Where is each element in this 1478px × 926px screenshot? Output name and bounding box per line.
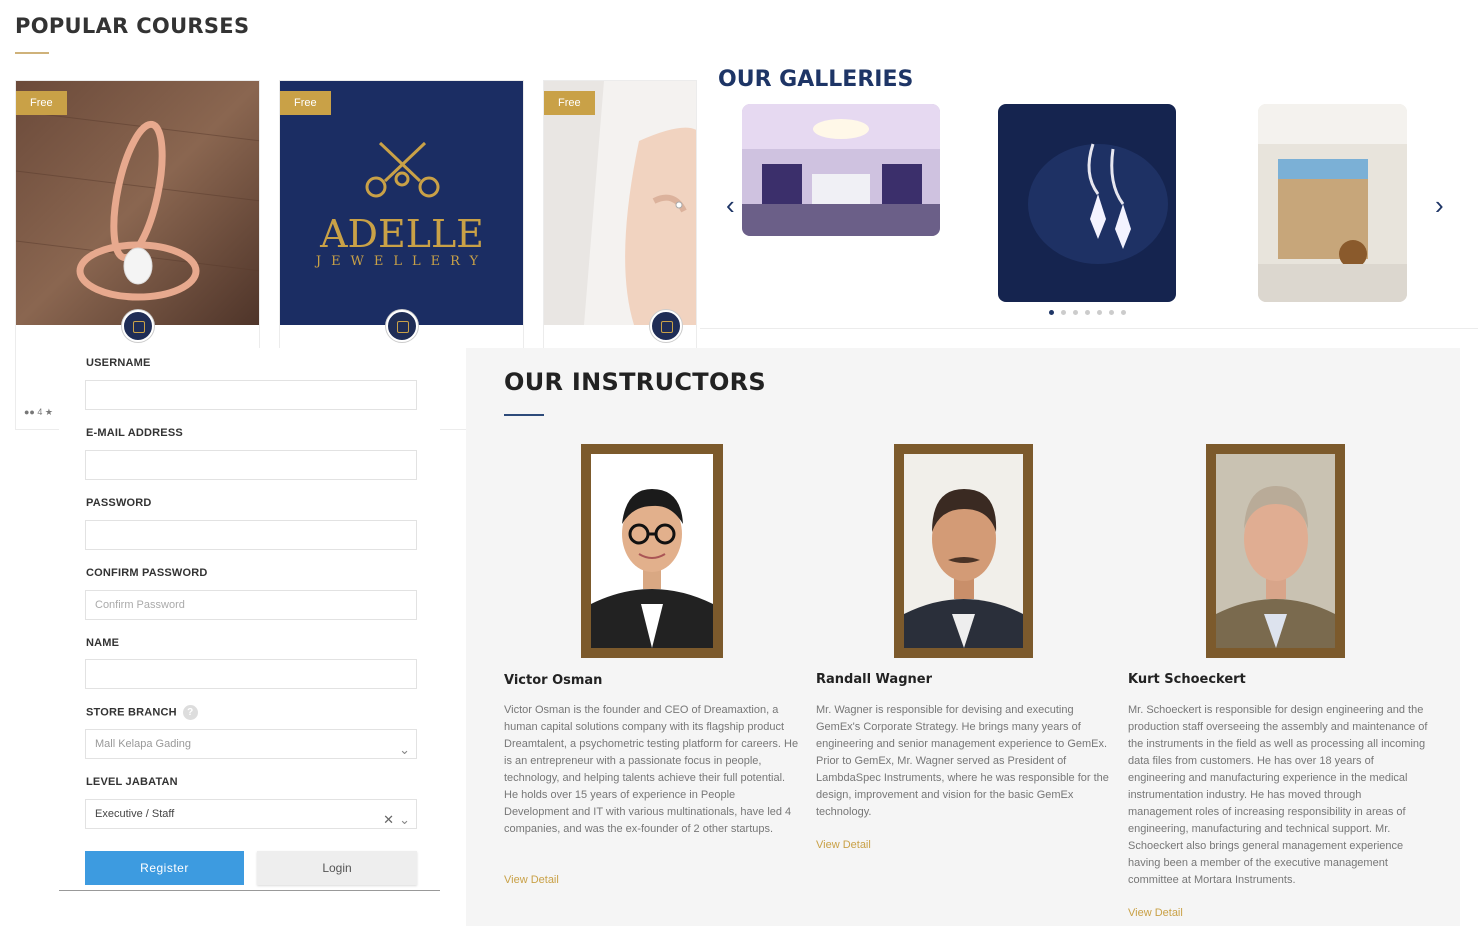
divider bbox=[700, 328, 1478, 329]
instructor-avatar[interactable] bbox=[650, 310, 682, 342]
store-branch-label-text: STORE BRANCH bbox=[86, 706, 177, 719]
gallery-image-store-interior[interactable] bbox=[742, 104, 940, 236]
title-underline bbox=[504, 414, 544, 416]
instructor-avatar[interactable] bbox=[122, 310, 154, 342]
gallery-image-kiosk[interactable] bbox=[1258, 104, 1407, 302]
chevron-right-icon[interactable]: › bbox=[1435, 192, 1444, 218]
student-count: 4 bbox=[37, 407, 43, 417]
login-button[interactable]: Login bbox=[257, 851, 417, 885]
instructors-title: OUR INSTRUCTORS bbox=[504, 368, 767, 396]
chevron-down-icon[interactable]: ⌄ bbox=[399, 806, 410, 834]
email-input[interactable] bbox=[85, 450, 417, 480]
instructor-bio: Victor Osman is the founder and CEO of D… bbox=[504, 704, 799, 835]
instructor-bio: Mr. Schoeckert is responsible for design… bbox=[1128, 704, 1428, 886]
free-badge: Free bbox=[16, 91, 67, 115]
free-badge: Free bbox=[280, 91, 331, 115]
course-image[interactable]: ADELLE JEWELLERY Free bbox=[280, 81, 523, 325]
email-label: E-MAIL ADDRESS bbox=[86, 427, 183, 439]
popular-courses-title: POPULAR COURSES bbox=[15, 14, 250, 38]
register-button[interactable]: Register bbox=[85, 851, 244, 885]
pagination-dot[interactable] bbox=[1121, 310, 1126, 315]
instructor-avatar[interactable] bbox=[386, 310, 418, 342]
store-branch-value: Mall Kelapa Gading bbox=[95, 738, 192, 750]
pagination-dot[interactable] bbox=[1073, 310, 1078, 315]
level-jabatan-value: Executive / Staff bbox=[95, 808, 175, 820]
pagination-dot[interactable] bbox=[1097, 310, 1102, 315]
pagination-dot[interactable] bbox=[1109, 310, 1114, 315]
confirm-password-label: CONFIRM PASSWORD bbox=[86, 567, 208, 579]
pagination-dot[interactable] bbox=[1049, 310, 1054, 315]
username-label: USERNAME bbox=[86, 357, 151, 369]
view-detail-link[interactable]: View Detail bbox=[504, 874, 559, 886]
instructor-name: Kurt Schoeckert bbox=[1128, 672, 1246, 687]
free-badge: Free bbox=[544, 91, 595, 115]
students-icon: ●● bbox=[24, 407, 38, 417]
password-input[interactable] bbox=[85, 520, 417, 550]
instructor-photo bbox=[1216, 454, 1335, 648]
password-label: PASSWORD bbox=[86, 497, 152, 509]
store-branch-label: STORE BRANCH? bbox=[86, 705, 198, 720]
gallery-image-earrings[interactable] bbox=[998, 104, 1176, 302]
name-input[interactable] bbox=[85, 659, 417, 689]
brand-word: ADELLE bbox=[319, 212, 484, 256]
level-jabatan-label: LEVEL JABATAN bbox=[86, 776, 178, 788]
store-branch-select[interactable]: Mall Kelapa Gading ⌄ bbox=[85, 729, 417, 759]
pagination-dot[interactable] bbox=[1061, 310, 1066, 315]
galleries-title: OUR GALLERIES bbox=[718, 67, 914, 92]
brand-subword: JEWELLERY bbox=[314, 254, 488, 269]
help-icon[interactable]: ? bbox=[182, 705, 198, 720]
instructor-photo-frame[interactable] bbox=[894, 444, 1033, 658]
level-jabatan-select[interactable]: Executive / Staff ✕ ⌄ bbox=[85, 799, 417, 829]
confirm-password-input[interactable] bbox=[85, 590, 417, 620]
instructor-photo bbox=[904, 454, 1023, 648]
instructor-photo-frame[interactable] bbox=[1206, 444, 1345, 658]
instructor-name: Victor Osman bbox=[504, 673, 603, 688]
instructor-name: Randall Wagner bbox=[816, 672, 932, 687]
name-label: NAME bbox=[86, 637, 120, 649]
view-detail-link[interactable]: View Detail bbox=[816, 839, 871, 851]
username-input[interactable] bbox=[85, 380, 417, 410]
instructor-bio: Mr. Wagner is responsible for devising a… bbox=[816, 704, 1109, 818]
gallery-pagination bbox=[1049, 310, 1126, 315]
title-underline bbox=[15, 52, 49, 54]
pagination-dot[interactable] bbox=[1085, 310, 1090, 315]
star-icon: ★ bbox=[44, 407, 53, 417]
chevron-down-icon[interactable]: ⌄ bbox=[399, 736, 410, 764]
course-image[interactable]: Free bbox=[16, 81, 259, 325]
view-detail-link[interactable]: View Detail bbox=[1128, 907, 1183, 919]
instructor-photo-frame[interactable] bbox=[581, 444, 723, 658]
instructor-photo bbox=[591, 454, 713, 648]
course-image[interactable]: Free bbox=[544, 81, 696, 325]
clear-icon[interactable]: ✕ bbox=[383, 806, 394, 834]
course-meta: ●● 4 ★ bbox=[24, 407, 53, 418]
chevron-left-icon[interactable]: ‹ bbox=[726, 192, 735, 218]
